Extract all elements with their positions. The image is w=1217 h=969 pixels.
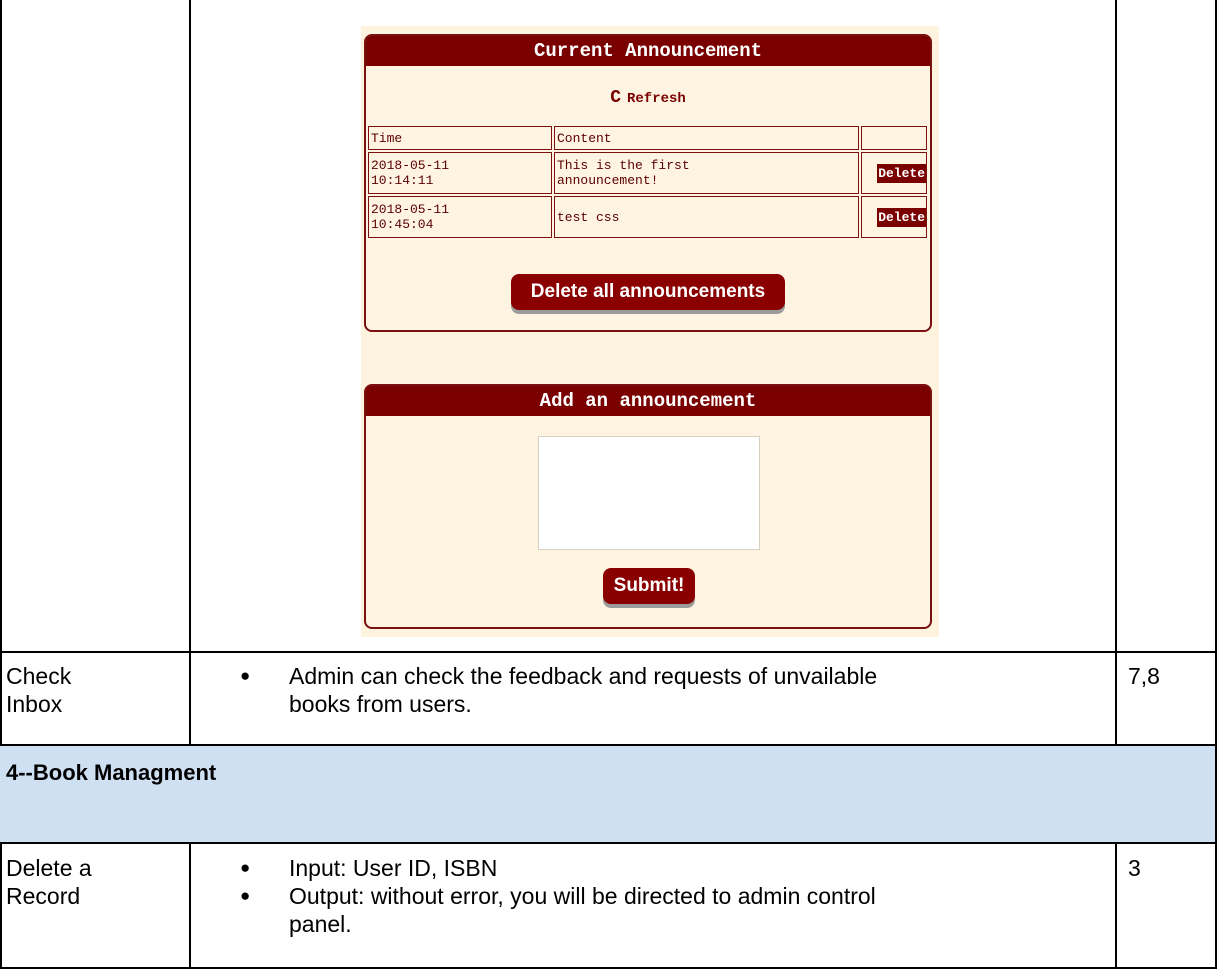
current-announcement-title: Current Announcement (366, 36, 930, 66)
delete-button[interactable]: Delete (877, 207, 926, 227)
table-divider-2-lower (1115, 842, 1117, 969)
announcement-table: Time Content 2018-05-11 10:14:11 This is … (366, 124, 929, 240)
table-row: 2018-05-11 10:14:11 This is the first anno… (368, 152, 927, 194)
list-item: Output: without error, you will be direc… (232, 882, 876, 938)
header-content: Content (554, 126, 859, 150)
section-title: 4--Book Managment (6, 760, 217, 785)
table-divider-1 (189, 0, 191, 746)
embedded-screenshot: Current Announcement C Refresh Time Conte… (361, 26, 939, 637)
row-divider-1 (0, 651, 1217, 653)
delete-all-button[interactable]: Delete all announcements (511, 274, 785, 310)
row-action: Delete (861, 196, 927, 238)
row-content: This is the first announcement! (554, 152, 859, 194)
delete-button[interactable]: Delete (877, 163, 926, 183)
table-divider-1-lower (189, 842, 191, 969)
row-content: test css (554, 196, 859, 238)
table-divider-2 (1115, 0, 1117, 746)
submit-button[interactable]: Submit! (603, 568, 695, 604)
table-row: 2018-05-11 10:45:04 test css Delete (368, 196, 927, 238)
header-action (861, 126, 927, 150)
feature-cell: Delete a Record (6, 855, 92, 909)
description-list: Admin can check the feedback and request… (232, 662, 877, 718)
description-list: Input: User ID, ISBN Output: without err… (232, 854, 876, 938)
table-border-left (0, 0, 2, 746)
row-divider-2 (0, 744, 1217, 746)
feature-cell: Check Inbox (6, 663, 72, 717)
table-header-row: Time Content (368, 126, 927, 150)
ref-cell: 7,8 (1128, 663, 1160, 689)
current-announcement-panel: Current Announcement C Refresh Time Conte… (364, 34, 932, 332)
row-action: Delete (861, 152, 927, 194)
list-item: Input: User ID, ISBN (232, 854, 876, 882)
announcement-textarea[interactable] (538, 436, 760, 550)
table-border-left-lower (0, 842, 2, 969)
header-time: Time (368, 126, 552, 150)
add-announcement-panel: Add an announcement Submit! (364, 384, 932, 629)
ref-cell: 3 (1128, 855, 1141, 881)
row-time: 2018-05-11 10:14:11 (368, 152, 552, 194)
refresh-icon: C (610, 88, 621, 108)
refresh-button[interactable]: C Refresh (366, 88, 930, 108)
add-announcement-title: Add an announcement (366, 386, 930, 416)
list-item: Admin can check the feedback and request… (232, 662, 877, 718)
refresh-label: Refresh (627, 91, 686, 107)
row-time: 2018-05-11 10:45:04 (368, 196, 552, 238)
row-divider-3 (0, 842, 1217, 844)
